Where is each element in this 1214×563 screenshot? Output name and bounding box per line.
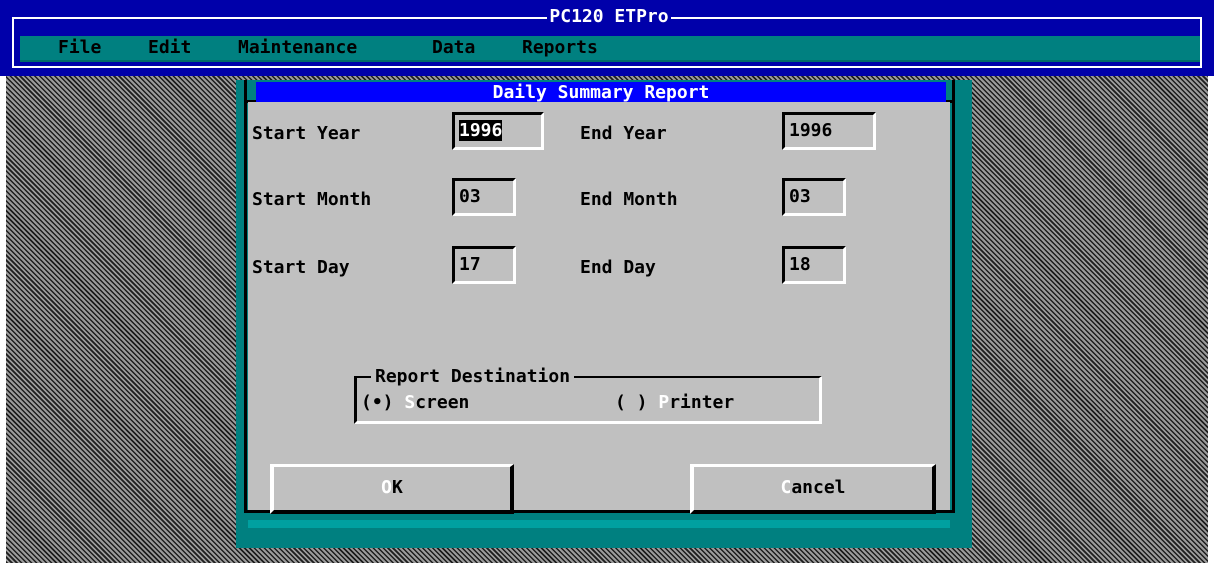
- app-title: PC120 ETPro: [547, 6, 671, 27]
- frame-bottom-line: [12, 66, 1202, 68]
- start-month-label: Start Month: [252, 189, 372, 210]
- end-year-input[interactable]: 1996: [782, 112, 876, 150]
- end-day-label: End Day: [580, 257, 656, 278]
- report-destination-group: Report Destination (•) Screen ( ) Printe…: [354, 366, 822, 424]
- end-year-label: End Year: [580, 123, 667, 144]
- app-header: PC120 ETPro File Edit Maintenance Data R…: [0, 0, 1214, 76]
- screen-edge-right: [1208, 76, 1214, 563]
- daily-summary-dialog: Daily Summary Report Start Year 1996 End…: [236, 80, 972, 548]
- dialog-bottom-strip: [248, 520, 950, 528]
- menu-maintenance[interactable]: Maintenance: [238, 36, 357, 60]
- start-year-selected-text: 1996: [459, 120, 503, 141]
- menu-bar: File Edit Maintenance Data Reports: [20, 36, 1200, 62]
- ok-button[interactable]: OK: [270, 464, 514, 514]
- radio-screen[interactable]: (•) Screen: [361, 392, 469, 414]
- radio-printer-hotkey: P: [658, 392, 670, 413]
- radio-screen-marker: (•): [361, 392, 394, 413]
- dos-screen: PC120 ETPro File Edit Maintenance Data R…: [0, 0, 1214, 563]
- radio-printer-marker: ( ): [615, 392, 648, 413]
- end-day-input[interactable]: 18: [782, 246, 846, 284]
- radio-printer[interactable]: ( ) Printer: [615, 392, 734, 414]
- menu-data[interactable]: Data: [432, 36, 475, 60]
- dialog-corner-left: [244, 80, 247, 102]
- cancel-button[interactable]: Cancel: [690, 464, 936, 514]
- start-day-input[interactable]: 17: [452, 246, 516, 284]
- cancel-label: ancel: [791, 477, 846, 498]
- menu-edit[interactable]: Edit: [148, 36, 191, 60]
- start-day-label: Start Day: [252, 257, 350, 278]
- start-year-input[interactable]: 1996: [452, 112, 544, 150]
- report-destination-legend: Report Destination: [371, 366, 575, 388]
- dialog-frame-right: [952, 102, 955, 512]
- end-month-input[interactable]: 03: [782, 178, 846, 216]
- ok-hotkey: O: [381, 477, 392, 498]
- radio-screen-label: creen: [415, 392, 470, 413]
- ok-label: K: [392, 477, 403, 498]
- start-year-label: Start Year: [252, 123, 361, 144]
- dialog-frame-left: [244, 102, 247, 512]
- cancel-hotkey: C: [780, 477, 792, 498]
- dialog-body: Start Year 1996 End Year 1996 Start Mont…: [248, 102, 950, 514]
- start-month-input[interactable]: 03: [452, 178, 516, 216]
- dialog-corner-right: [952, 80, 955, 102]
- dialog-title: Daily Summary Report: [256, 82, 946, 104]
- end-month-label: End Month: [580, 189, 678, 210]
- menu-file[interactable]: File: [58, 36, 101, 60]
- menu-reports[interactable]: Reports: [522, 36, 598, 60]
- radio-printer-label: rinter: [669, 392, 735, 413]
- radio-screen-hotkey: S: [404, 392, 416, 413]
- app-title-bar: PC120 ETPro: [2, 5, 1214, 29]
